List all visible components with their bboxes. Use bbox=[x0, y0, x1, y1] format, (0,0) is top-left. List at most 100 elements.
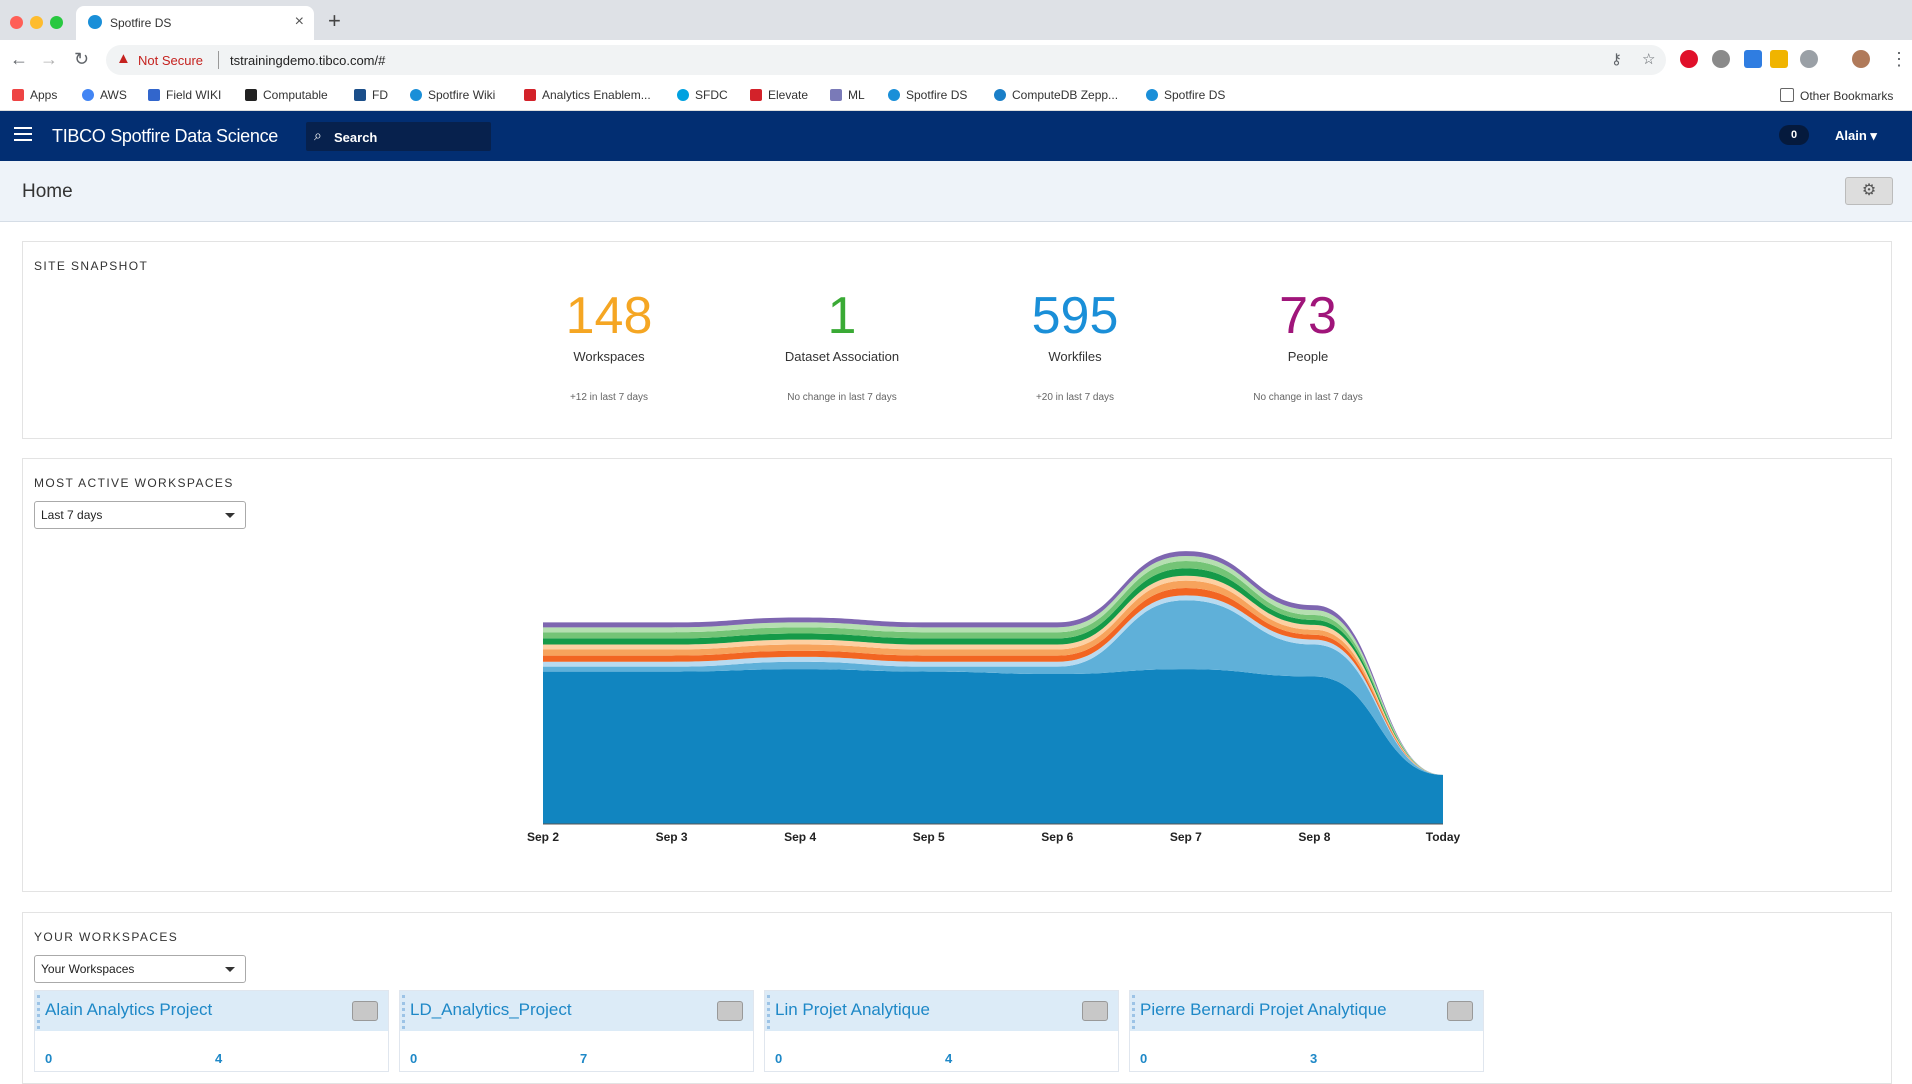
caret-down-icon bbox=[225, 513, 235, 518]
close-window-button[interactable] bbox=[10, 16, 23, 29]
user-menu[interactable]: Alain ▾ bbox=[1835, 128, 1877, 144]
x-tick-label: Sep 6 bbox=[1041, 830, 1073, 844]
bookmark-spotfire-ds[interactable]: Spotfire DS bbox=[888, 88, 967, 102]
bookmark-ml[interactable]: ML bbox=[830, 88, 865, 102]
star-icon[interactable]: ☆ bbox=[1642, 50, 1655, 68]
your-workspaces-title: YOUR WORKSPACES bbox=[34, 930, 179, 944]
most-active-panel: MOST ACTIVE WORKSPACES Last 7 days Sep 2… bbox=[22, 458, 1892, 892]
spotfire-icon bbox=[410, 89, 422, 101]
bookmark-sfdc[interactable]: SFDC bbox=[677, 88, 728, 102]
browser-tab-bar: Spotfire DS × + bbox=[0, 0, 1912, 40]
bookmark-apps[interactable]: Apps bbox=[12, 88, 57, 102]
bookmark-spotfire-wiki[interactable]: Spotfire Wiki bbox=[410, 88, 495, 102]
workspace-card[interactable]: Lin Projet Analytique 0 4 bbox=[764, 990, 1119, 1072]
computedb-icon bbox=[994, 89, 1006, 101]
stat-dataset-association[interactable]: 1 Dataset Association No change in last … bbox=[727, 287, 957, 403]
settings-button[interactable]: ⚙ bbox=[1845, 177, 1893, 205]
drag-handle-icon[interactable] bbox=[402, 995, 408, 1029]
workspace-count-b: 4 bbox=[215, 1051, 223, 1066]
elevate-icon bbox=[750, 89, 762, 101]
stat-workfiles[interactable]: 595 Workfiles +20 in last 7 days bbox=[960, 287, 1190, 403]
workspace-count-b: 4 bbox=[945, 1051, 953, 1066]
workspace-image-icon bbox=[352, 1001, 378, 1021]
workspace-name[interactable]: Alain Analytics Project bbox=[45, 1000, 212, 1020]
gear-icon: ⚙ bbox=[1861, 182, 1877, 199]
reload-icon[interactable]: ↻ bbox=[74, 49, 89, 70]
stat-value: 1 bbox=[827, 287, 857, 345]
time-range-value: Last 7 days bbox=[41, 508, 103, 522]
drag-handle-icon[interactable] bbox=[37, 995, 43, 1029]
browser-menu-icon[interactable]: ⋮ bbox=[1890, 49, 1908, 70]
extension-cloud-icon[interactable] bbox=[1712, 50, 1730, 68]
workspace-card[interactable]: Alain Analytics Project 0 4 bbox=[34, 990, 389, 1072]
extension-gray-icon[interactable] bbox=[1800, 50, 1818, 68]
address-separator bbox=[218, 51, 219, 69]
stat-change: +12 in last 7 days bbox=[569, 392, 649, 403]
google-icon bbox=[82, 89, 94, 101]
drag-handle-icon[interactable] bbox=[1132, 995, 1138, 1029]
workspace-card-header: Lin Projet Analytique bbox=[765, 991, 1118, 1031]
bookmark-computable[interactable]: Computable bbox=[245, 88, 328, 102]
x-tick-label: Sep 3 bbox=[656, 830, 688, 844]
bookmark-analytics[interactable]: Analytics Enablem... bbox=[524, 88, 651, 102]
drag-handle-icon[interactable] bbox=[767, 995, 773, 1029]
your-workspaces-panel: YOUR WORKSPACES Your Workspaces Alain An… bbox=[22, 912, 1892, 1084]
stat-value: 595 bbox=[1031, 287, 1119, 345]
page-title: Home bbox=[22, 181, 73, 202]
back-icon[interactable]: ← bbox=[10, 49, 28, 70]
bookmark-elevate[interactable]: Elevate bbox=[750, 88, 808, 102]
close-tab-icon[interactable]: × bbox=[295, 13, 304, 31]
area-series-0[interactable] bbox=[543, 669, 1443, 824]
workspace-image-icon bbox=[1447, 1001, 1473, 1021]
new-tab-icon[interactable]: + bbox=[328, 8, 341, 34]
app-header: TIBCO Spotfire Data Science ⌕ Search 0 A… bbox=[0, 111, 1912, 161]
browser-tab[interactable]: Spotfire DS × bbox=[76, 6, 314, 40]
stat-workspaces[interactable]: 148 Workspaces +12 in last 7 days bbox=[494, 287, 724, 403]
workspace-count-a: 0 bbox=[775, 1051, 783, 1066]
extension-yellow-icon[interactable] bbox=[1770, 50, 1788, 68]
bookmark-aws[interactable]: AWS bbox=[82, 88, 127, 102]
url-text[interactable]: tstrainingdemo.tibco.com/# bbox=[230, 53, 385, 68]
workspace-count-a: 0 bbox=[410, 1051, 418, 1066]
workspace-image-icon bbox=[1082, 1001, 1108, 1021]
bookmark-fd[interactable]: FD bbox=[354, 88, 388, 102]
profile-avatar[interactable] bbox=[1852, 50, 1870, 68]
address-row: ← → ↻ ▲ Not Secure tstrainingdemo.tibco.… bbox=[0, 40, 1912, 80]
key-icon[interactable]: ⚷ bbox=[1611, 50, 1622, 68]
area-layers bbox=[543, 551, 1443, 824]
bookmarks-bar: Apps AWS Field WIKI Computable FD Spotfi… bbox=[0, 80, 1912, 111]
chevron-down-icon: ▾ bbox=[1870, 128, 1877, 143]
site-snapshot-panel: SITE SNAPSHOT 148 Workspaces +12 in last… bbox=[22, 241, 1892, 439]
site-snapshot-title: SITE SNAPSHOT bbox=[34, 259, 149, 273]
workspace-name[interactable]: Pierre Bernardi Projet Analytique bbox=[1140, 1000, 1387, 1020]
bookmark-computedb[interactable]: ComputeDB Zepp... bbox=[994, 88, 1118, 102]
workspace-filter-value: Your Workspaces bbox=[41, 962, 135, 976]
menu-icon[interactable] bbox=[14, 127, 32, 129]
workspace-name[interactable]: LD_Analytics_Project bbox=[410, 1000, 572, 1020]
other-bookmarks[interactable]: Other Bookmarks bbox=[1780, 88, 1893, 103]
extension-opera-icon[interactable] bbox=[1680, 50, 1698, 68]
workspace-card[interactable]: LD_Analytics_Project 0 7 bbox=[399, 990, 754, 1072]
workspace-filter-select[interactable]: Your Workspaces bbox=[34, 955, 246, 983]
maximize-window-button[interactable] bbox=[50, 16, 63, 29]
not-secure-label: Not Secure bbox=[138, 53, 204, 68]
bookmark-field-wiki[interactable]: Field WIKI bbox=[148, 88, 221, 102]
activity-area-chart: Sep 2 Sep 3 Sep 4 Sep 5 Sep 6 Sep 7 Sep 8 Today bbox=[527, 551, 1461, 844]
warning-icon: ▲ bbox=[116, 50, 131, 67]
workspace-name[interactable]: Lin Projet Analytique bbox=[775, 1000, 930, 1020]
time-range-select[interactable]: Last 7 days bbox=[34, 501, 246, 529]
workspace-card[interactable]: Pierre Bernardi Projet Analytique 0 3 bbox=[1129, 990, 1484, 1072]
page-header: Home ⚙ bbox=[0, 161, 1912, 222]
address-bar[interactable]: ▲ Not Secure tstrainingdemo.tibco.com/# … bbox=[106, 45, 1666, 75]
minimize-window-button[interactable] bbox=[30, 16, 43, 29]
x-tick-label: Sep 4 bbox=[784, 830, 816, 844]
stat-people[interactable]: 73 People No change in last 7 days bbox=[1193, 287, 1423, 403]
stat-change: No change in last 7 days bbox=[787, 392, 897, 403]
forward-icon[interactable]: → bbox=[40, 49, 58, 70]
notification-badge[interactable]: 0 bbox=[1779, 125, 1809, 145]
search-input[interactable]: ⌕ Search bbox=[306, 122, 491, 151]
analytics-icon bbox=[524, 89, 536, 101]
app-logo[interactable]: TIBCO Spotfire Data Science bbox=[52, 126, 278, 147]
extension-blue-icon[interactable] bbox=[1744, 50, 1762, 68]
bookmark-spotfire-ds-2[interactable]: Spotfire DS bbox=[1146, 88, 1225, 102]
